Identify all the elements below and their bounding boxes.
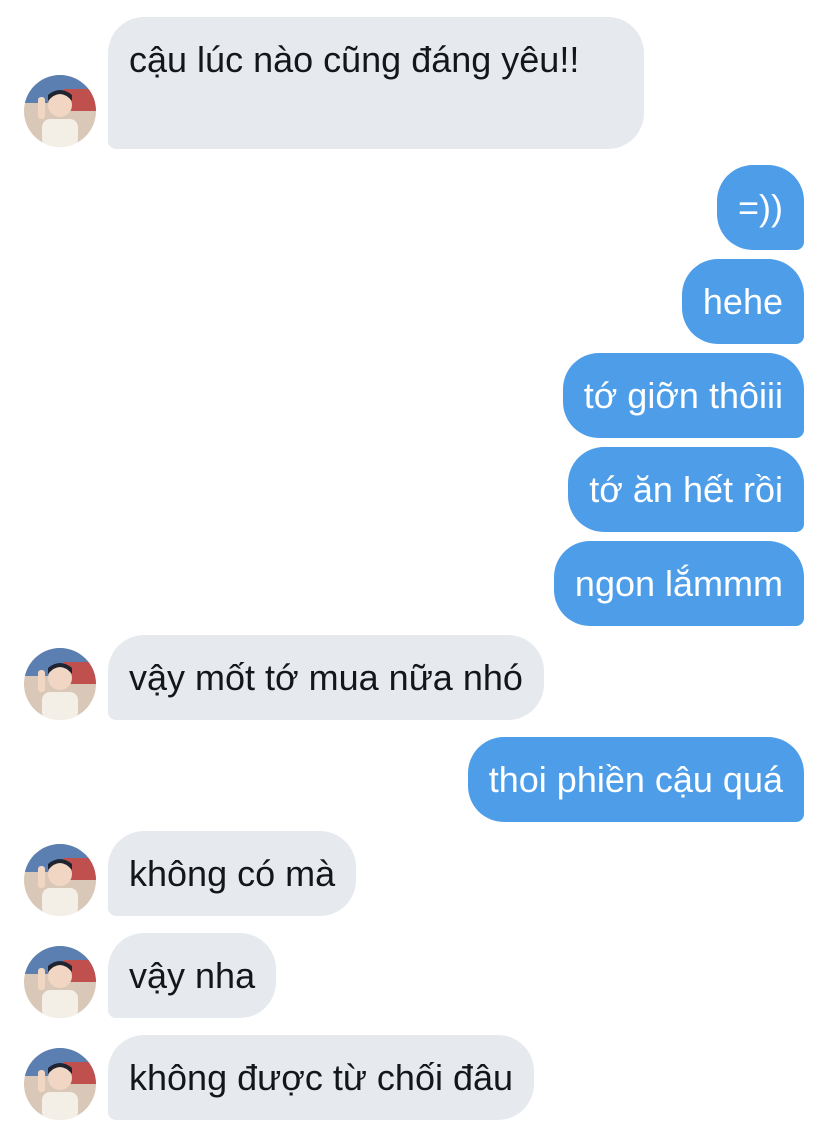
contact-avatar-icon[interactable] [24, 75, 96, 147]
incoming-message[interactable]: không có mà [108, 831, 357, 916]
incoming-message[interactable]: vậy mốt tớ mua nữa nhó [108, 635, 544, 720]
contact-avatar-icon[interactable] [24, 844, 96, 916]
outgoing-message[interactable]: ngon lắmmm [553, 541, 804, 626]
contact-avatar-icon[interactable] [24, 946, 96, 1018]
outgoing-message[interactable]: thoi phiền cậu quá [467, 737, 804, 822]
incoming-message[interactable]: vậy nha [108, 933, 277, 1018]
incoming-message[interactable]: cậu lúc nào cũng đáng yêu!! [108, 17, 644, 149]
contact-avatar-icon[interactable] [24, 648, 96, 720]
outgoing-message[interactable]: hehe [681, 259, 804, 344]
outgoing-message[interactable]: =)) [717, 165, 804, 250]
outgoing-message[interactable]: tớ ăn hết rồi [568, 447, 804, 532]
incoming-message[interactable]: không được từ chối đâu [108, 1035, 535, 1120]
contact-avatar-icon[interactable] [24, 1048, 96, 1120]
outgoing-message[interactable]: tớ giỡn thôiii [562, 353, 804, 438]
